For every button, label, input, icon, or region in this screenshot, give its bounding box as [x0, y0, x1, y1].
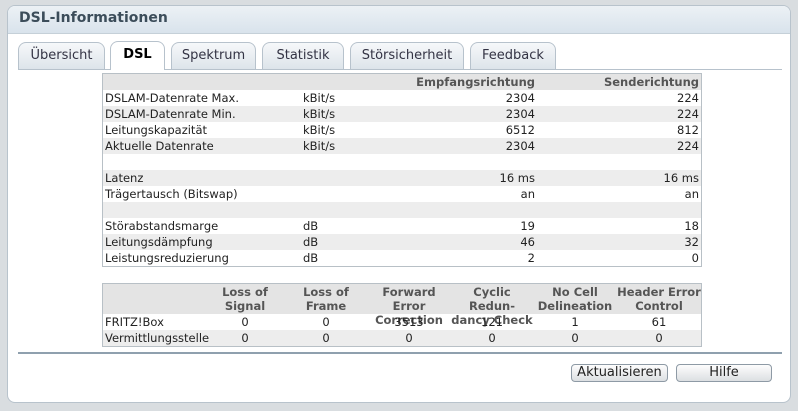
header-line-1: Cyclic Redun-	[468, 285, 516, 313]
error-count-cell: 0	[322, 315, 330, 329]
row-unit: kBit/s	[303, 107, 336, 121]
refresh-button[interactable]: Aktualisieren	[571, 364, 668, 382]
error-count-cell: 3513	[394, 315, 424, 329]
error-count-cell: 0	[488, 331, 496, 345]
header-line-2: Delineation	[537, 299, 613, 313]
error-column-header: No Cell Delineation	[533, 285, 617, 313]
dsl-info-panel: DSL-Informationen Übersicht DSL Spektrum…	[7, 5, 791, 403]
row-receive-value: 2304	[505, 107, 535, 121]
row-send-value: 812	[677, 123, 699, 137]
row-label: FRITZ!Box	[105, 315, 164, 329]
row-unit: dB	[303, 219, 319, 233]
error-counter-table: Loss of Signal Loss of Frame Forward Error Co…	[102, 283, 702, 347]
table-row: Aktuelle Datenrate kBit/s 2304 224	[103, 138, 701, 154]
error-count-cell: 61	[651, 315, 667, 329]
error-count-cell: 0	[241, 315, 249, 329]
row-receive-value: 2304	[505, 139, 535, 153]
table-row: Leitungskapazität kBit/s 6512 812	[103, 122, 701, 138]
table-row: Vermittlungsstelle 0 0 0 0 0 0	[103, 330, 701, 346]
row-send-value: 18	[684, 219, 699, 233]
error-count-cell: 0	[405, 331, 413, 345]
row-label: DSLAM-Datenrate Max.	[105, 91, 239, 105]
table-row	[103, 154, 701, 170]
row-unit: dB	[303, 251, 319, 265]
tab-feedback[interactable]: Feedback	[470, 42, 556, 69]
table-row: Störabstandsmarge dB 19 18	[103, 218, 701, 234]
tab-uebersicht[interactable]: Übersicht	[18, 42, 105, 69]
error-count-cell: 0	[571, 331, 579, 345]
table-row: Latenz 16 ms 16 ms	[103, 170, 701, 186]
row-label: Leistungsreduzierung	[105, 251, 229, 265]
table-row: Leitungsdämpfung dB 46 32	[103, 234, 701, 250]
error-column-header: Loss of Frame	[284, 285, 368, 313]
row-send-value: 224	[677, 139, 699, 153]
row-label: Vermittlungsstelle	[105, 331, 210, 345]
header-line-2: Signal	[224, 299, 266, 313]
tab-stoersicherheit[interactable]: Störsicherheit	[350, 42, 464, 69]
row-label: Leitungsdämpfung	[105, 235, 213, 249]
error-rows: FRITZ!Box 0 0 3513 121 1 61 Vermittlungsstelle 0…	[103, 314, 701, 346]
row-unit: kBit/s	[303, 123, 336, 137]
header-receive: Empfangsrichtung	[416, 75, 535, 89]
error-table-header: Loss of Signal Loss of Frame Forward Error Co…	[103, 284, 701, 327]
table-row: DSLAM-Datenrate Max. kBit/s 2304 224	[103, 90, 701, 106]
error-column-header: Loss of Signal	[203, 285, 287, 313]
row-send-value: 16 ms	[663, 171, 699, 185]
row-label: Latenz	[105, 171, 144, 185]
tab-dsl[interactable]: DSL	[110, 41, 165, 70]
row-label: Störabstandsmarge	[105, 219, 219, 233]
row-send-value: 0	[691, 251, 699, 265]
header-line-1: Forward Error	[382, 285, 436, 313]
dsl-rows: DSLAM-Datenrate Max. kBit/s 2304 224 DSLAM-D…	[103, 90, 701, 266]
row-send-value: 32	[684, 235, 699, 249]
row-receive-value: 16 ms	[499, 171, 535, 185]
row-receive-value: 46	[520, 235, 535, 249]
row-unit: dB	[303, 235, 319, 249]
row-label: Trägertausch (Bitswap)	[105, 187, 238, 201]
table-row	[103, 202, 701, 218]
row-receive-value: an	[520, 187, 535, 201]
row-unit: kBit/s	[303, 91, 336, 105]
row-label: Leitungskapazität	[105, 123, 208, 137]
row-label: Aktuelle Datenrate	[105, 139, 214, 153]
header-line-1: No Cell	[552, 285, 598, 299]
row-send-value: 224	[677, 91, 699, 105]
table-row: Leistungsreduzierung dB 2 0	[103, 250, 701, 266]
error-count-cell: 1	[571, 315, 579, 329]
error-count-cell: 121	[481, 315, 503, 329]
header-line-2: Frame	[305, 299, 347, 313]
tab-statistik[interactable]: Statistik	[262, 42, 344, 69]
row-receive-value: 2304	[505, 91, 535, 105]
header-line-2: Control	[635, 299, 683, 313]
table-row: FRITZ!Box 0 0 3513 121 1 61	[103, 314, 701, 330]
row-send-value: an	[684, 187, 699, 201]
row-receive-value: 2	[527, 251, 535, 265]
row-receive-value: 6512	[505, 123, 535, 137]
row-unit: kBit/s	[303, 139, 336, 153]
error-count-cell: 0	[655, 331, 663, 345]
tab-spektrum[interactable]: Spektrum	[171, 42, 256, 69]
error-count-cell: 0	[241, 331, 249, 345]
row-receive-value: 19	[520, 219, 535, 233]
help-button[interactable]: Hilfe	[676, 364, 772, 382]
dsl-rates-table: Empfangsrichtung Senderichtung DSLAM-Dat…	[102, 73, 702, 267]
error-count-cell: 0	[322, 331, 330, 345]
row-send-value: 224	[677, 107, 699, 121]
footer-divider	[18, 352, 782, 354]
row-label: DSLAM-Datenrate Min.	[105, 107, 236, 121]
table-row: Trägertausch (Bitswap) an an	[103, 186, 701, 202]
error-column-header: Header Error Control	[617, 285, 701, 313]
header-line-1: Loss of	[303, 285, 349, 299]
table-header-row: Empfangsrichtung Senderichtung	[103, 74, 701, 90]
header-line-1: Loss of	[222, 285, 268, 299]
table-row: DSLAM-Datenrate Min. kBit/s 2304 224	[103, 106, 701, 122]
window-title: DSL-Informationen	[8, 6, 790, 34]
header-send: Senderichtung	[603, 75, 699, 89]
header-line-1: Header Error	[617, 285, 701, 299]
